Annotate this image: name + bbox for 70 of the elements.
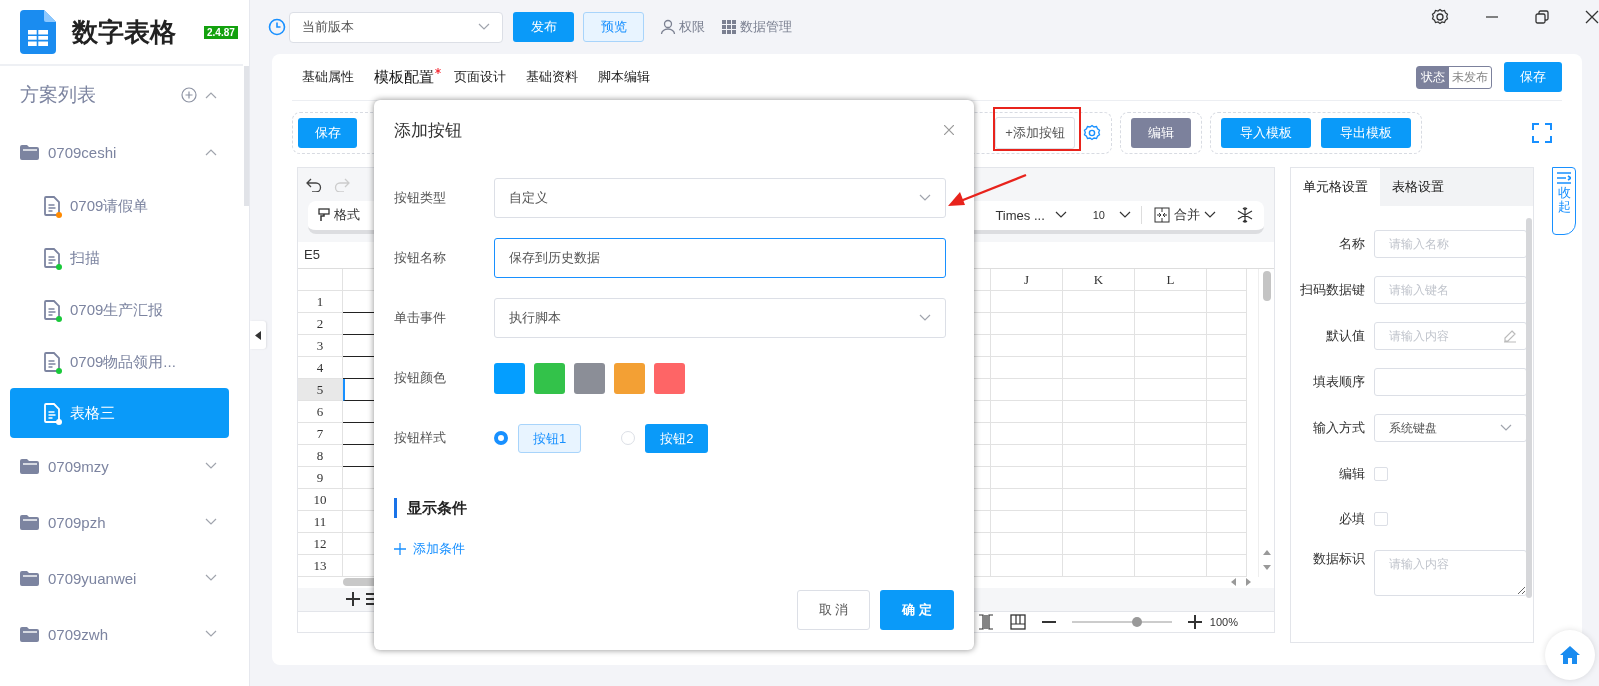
folder-item[interactable]: 0709mzy [0,438,243,494]
field-label: 必填 [1338,509,1366,528]
row-header[interactable]: 2 [298,312,343,335]
tab[interactable]: 单元格设置 [1291,168,1380,206]
select-field[interactable]: 自定义 [494,178,946,218]
tab[interactable]: 表格设置 [1380,168,1456,206]
sidebar-item[interactable]: 扫描 [10,232,229,284]
zoom-reading: 100% [1209,615,1238,628]
app-title: 数字表格 [72,15,176,49]
version-badge: 2.4.87 [204,25,238,39]
row-header[interactable]: 9 [298,466,343,489]
row-header[interactable]: 10 [298,488,343,511]
tab[interactable]: 基础属性 [292,67,364,87]
font-size-select[interactable]: 10 [1092,209,1131,222]
add-button[interactable]: +添加按钮 [995,117,1075,149]
input-field[interactable]: 请输入键名 [1374,276,1527,304]
column-header: L [1135,268,1207,291]
sidebar-title: 方案列表 [20,83,97,107]
tab[interactable]: 页面设计 [444,67,516,87]
field-label: 默认值 [1325,327,1366,345]
select-field[interactable]: 系统键盘 [1374,414,1527,442]
folder-item[interactable]: 0709yuanwei [0,550,243,606]
input-field[interactable]: 保存到历史数据 [494,238,946,278]
row-header[interactable]: 11 [298,510,343,533]
cancel-button[interactable]: 取 消 [797,590,870,630]
input-field[interactable]: 请输入内容 [1374,322,1527,350]
folder-item[interactable]: 0709pzh [0,494,243,550]
sidebar-item[interactable]: 0709请假单 [10,180,229,232]
field-label: 输入方式 [1312,419,1366,437]
edit-button[interactable]: 编辑 [1131,118,1191,148]
tab[interactable]: 模板配置 [364,67,444,87]
field-label: 填表顺序 [1312,373,1366,391]
section-title: 显示条件 [394,498,954,518]
field-label: 单击事件 [394,309,447,327]
field-label: 数据标识 [1312,550,1366,568]
input-field[interactable]: 请输入名称 [1374,230,1527,258]
folder-item[interactable]: 0709zwh [0,606,243,662]
field-label: 按钮样式 [394,429,447,447]
font-select[interactable]: Times ... [995,207,1067,223]
field-label: 按钮类型 [394,189,447,207]
tab[interactable]: 脚本编辑 [588,67,660,87]
input-field[interactable]: 请输入内容 [1374,550,1527,596]
field-label: 按钮名称 [394,249,447,267]
row-header[interactable]: 7 [298,422,343,445]
field-label: 编辑 [1338,464,1366,483]
toolbar-link[interactable]: 权限 [679,18,705,36]
field-label: 名称 [1338,235,1366,253]
row-header[interactable]: 13 [298,554,343,577]
dialog-title: 添加按钮 [394,119,462,142]
column-header: K [1063,268,1135,291]
sidebar-item[interactable]: 0709物品领用... [10,336,229,388]
row-header[interactable]: 4 [298,356,343,379]
field-label: 扫码数据键 [1299,281,1366,299]
merge-button[interactable]: 合并 [1141,206,1216,225]
format-painter-button[interactable]: 格式 [318,206,360,225]
row-header[interactable]: 1 [298,290,343,313]
status-badge: 状态 未发布 [1416,65,1492,89]
row-header[interactable]: 3 [298,334,343,357]
toolbar-link[interactable]: 数据管理 [740,18,792,36]
select-field[interactable]: 执行脚本 [494,298,946,338]
field-label: 按钮颜色 [394,369,447,387]
row-header[interactable]: 8 [298,444,343,467]
folder-item[interactable]: 0709ceshi [0,124,243,180]
row-header[interactable]: 5 [298,378,343,401]
row-header[interactable]: 12 [298,532,343,555]
sidebar-item[interactable]: 0709生产汇报 [10,284,229,336]
version-select[interactable]: 当前版本 [289,11,503,43]
row-header[interactable]: 6 [298,400,343,423]
column-header: J [991,268,1063,291]
tab[interactable]: 基础资料 [516,67,588,87]
